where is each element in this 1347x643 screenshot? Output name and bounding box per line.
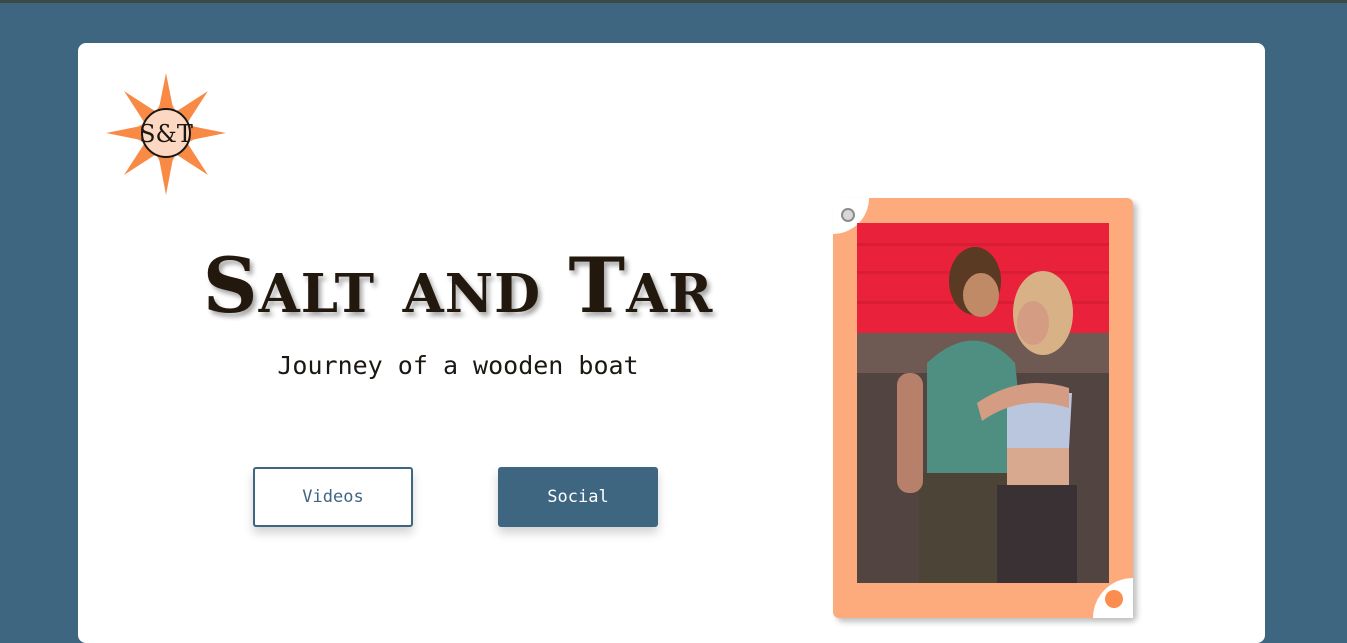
videos-button[interactable]: Videos [253, 467, 413, 527]
hero-card: S&T Salt and Tar Journey of a wooden boa… [78, 43, 1265, 643]
site-title: Salt and Tar [202, 241, 714, 330]
top-border-strip [0, 0, 1347, 3]
social-button[interactable]: Social [498, 467, 658, 527]
frame-corner-dot-icon [1093, 578, 1133, 618]
site-subtitle: Journey of a wooden boat [277, 351, 639, 380]
compass-star-logo-icon: S&T [106, 73, 226, 195]
photo-frame [833, 198, 1133, 618]
couple-photo [857, 223, 1109, 583]
site-logo[interactable]: S&T [106, 71, 230, 195]
logo-monogram: S&T [139, 120, 193, 148]
